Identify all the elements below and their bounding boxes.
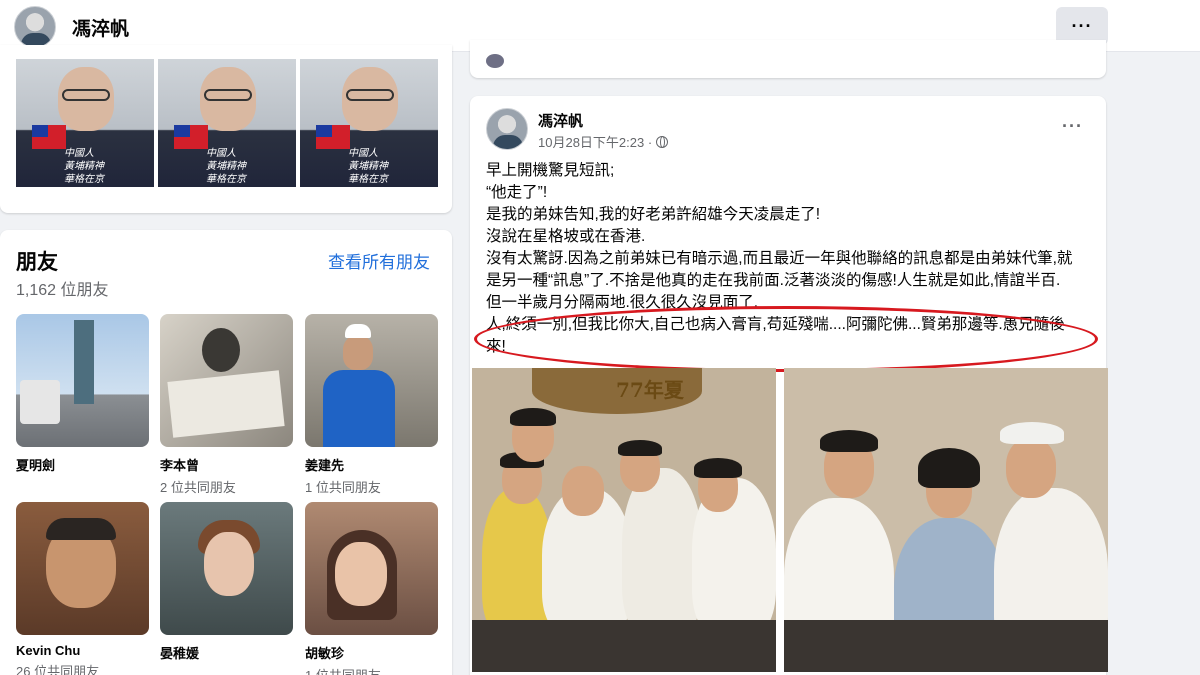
- friend-mutual-count: 26 位共同朋友: [16, 664, 100, 675]
- friend-photo[interactable]: [305, 502, 438, 635]
- head: [562, 466, 604, 516]
- photo-glasses: [346, 89, 394, 101]
- friends-title[interactable]: 朋友: [16, 246, 58, 276]
- person: [622, 468, 702, 638]
- friend-mutual-count: 1 位共同朋友: [305, 480, 381, 495]
- photo-caption: 中國人 黃埔精神 華格在京: [206, 148, 246, 185]
- friends-card: 朋友 1,162 位朋友 查看所有朋友 夏明劍 李本曾 2 位共同朋友 姜建先 …: [0, 230, 452, 675]
- friend-item[interactable]: 胡敏珍 1 位共同朋友: [305, 502, 438, 675]
- friend-photo[interactable]: [305, 314, 438, 447]
- post-line: 是另一種“訊息”了.不捨是他真的走在我前面.泛著淡淡的傷感!人生就是如此,情誼半…: [486, 272, 1061, 289]
- friend-mutual-count: 1 位共同朋友: [305, 665, 438, 675]
- profile-name[interactable]: 馮淬帆: [72, 14, 129, 41]
- post-line: 沒有太驚訝.因為之前弟妹已有暗示過,而且最近一年與他聯絡的訊息都是由弟妹代筆,就: [486, 250, 1073, 267]
- hair: [510, 408, 556, 426]
- see-all-friends-link[interactable]: 查看所有朋友: [328, 248, 430, 273]
- profile-avatar[interactable]: [14, 6, 56, 48]
- photo-label: 77年夏: [616, 378, 684, 402]
- head: [1006, 438, 1056, 498]
- reaction-icon[interactable]: [486, 54, 504, 68]
- dining-table: [784, 620, 1108, 672]
- flag-icon: [32, 125, 66, 149]
- friend-item[interactable]: 夏明劍: [16, 314, 149, 477]
- hair: [918, 448, 980, 488]
- friend-photo[interactable]: [16, 502, 149, 635]
- friend-name[interactable]: 胡敏珍: [305, 643, 438, 662]
- friend-item[interactable]: 晏稚媛: [160, 502, 293, 665]
- dining-table: [472, 620, 776, 672]
- hair: [820, 430, 878, 452]
- friend-photo[interactable]: [16, 314, 149, 447]
- friend-name[interactable]: 夏明劍: [16, 455, 149, 474]
- photo-thumbnail[interactable]: 中國人 黃埔精神 華格在京: [16, 59, 154, 187]
- post-options-button[interactable]: ···: [1062, 116, 1083, 137]
- photos-card: 中國人 黃埔精神 華格在京 中國人 黃埔精神 華格在京 中國人 黃埔精神 華格在京: [0, 45, 452, 213]
- friend-item[interactable]: Kevin Chu 26 位共同朋友: [16, 502, 149, 675]
- friend-name[interactable]: 李本曾: [160, 455, 293, 474]
- friend-item[interactable]: 李本曾 2 位共同朋友: [160, 314, 293, 496]
- photo-glasses: [62, 89, 110, 101]
- friend-item[interactable]: 姜建先 1 位共同朋友: [305, 314, 438, 496]
- post-author-name[interactable]: 馮淬帆: [538, 110, 583, 131]
- post-photo[interactable]: [784, 368, 1108, 672]
- photo-caption: 中國人 黃埔精神 華格在京: [64, 148, 104, 185]
- friend-name[interactable]: 姜建先: [305, 455, 438, 474]
- highlight-circle-annotation: [474, 306, 1098, 372]
- post-line: 是我的弟妹告知,我的好老弟許紹雄今天凌晨走了!: [486, 206, 821, 223]
- globe-icon: [656, 135, 669, 148]
- photo-thumbnail[interactable]: 中國人 黃埔精神 華格在京: [300, 59, 438, 187]
- friend-name[interactable]: 晏稚媛: [160, 643, 293, 662]
- photo-glasses: [204, 89, 252, 101]
- friend-photo[interactable]: [160, 502, 293, 635]
- post-author-avatar[interactable]: [486, 108, 528, 150]
- flag-icon: [174, 125, 208, 149]
- post-timestamp[interactable]: 10月28日下午2:23 ·: [538, 132, 669, 151]
- hair: [694, 458, 742, 478]
- post-line: “他走了”!: [486, 184, 548, 201]
- flag-icon: [316, 125, 350, 149]
- friend-photo[interactable]: [160, 314, 293, 447]
- photo-caption: 中國人 黃埔精神 華格在京: [348, 148, 388, 185]
- friend-mutual-count: 2 位共同朋友: [160, 480, 236, 495]
- friends-count: 1,162 位朋友: [16, 282, 109, 299]
- post-time-text[interactable]: 10月28日下午2:23 ·: [538, 132, 652, 151]
- previous-post-footer: [470, 40, 1106, 78]
- friend-name[interactable]: Kevin Chu: [16, 643, 149, 658]
- post-photo-group[interactable]: 77年夏: [472, 368, 776, 672]
- post-line: 沒說在星格坡或在香港.: [486, 228, 646, 245]
- photo-thumbnail[interactable]: 中國人 黃埔精神 華格在京: [158, 59, 296, 187]
- white-cap: [1000, 422, 1064, 444]
- post-line: 早上開機驚見短訊;: [486, 162, 615, 179]
- hair: [618, 440, 662, 456]
